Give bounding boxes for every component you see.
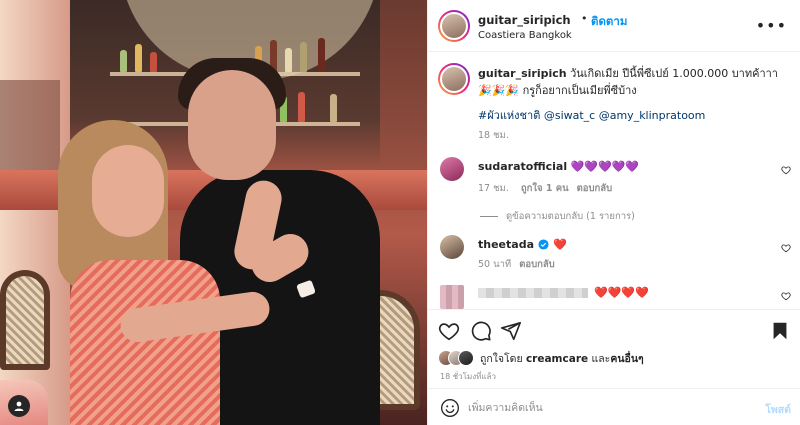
author-username[interactable]: guitar_siripich — [478, 13, 571, 27]
chair — [0, 270, 50, 370]
comment-like-icon[interactable] — [781, 243, 791, 253]
follow-button[interactable]: ติดตาม — [591, 13, 627, 31]
bottle — [318, 38, 325, 72]
author-avatar[interactable] — [438, 10, 470, 42]
view-replies-label: ดูข้อความตอบกลับ (1 รายการ) — [506, 211, 635, 222]
view-replies-button[interactable]: ดูข้อความตอบกลับ (1 รายการ) — [480, 209, 635, 224]
post-header: guitar_siripich • ติดตาม Coastiera Bangk… — [428, 0, 800, 52]
comment-body: theetada ❤️ — [478, 236, 567, 253]
post-details-pane: guitar_siripich • ติดตาม Coastiera Bangk… — [427, 0, 800, 425]
hashtag-link[interactable]: #ผัวแห่งชาติ — [478, 109, 540, 122]
caption: guitar_siripich วันเกิดเมีย ปีนี้พี่ซีเป… — [478, 65, 788, 124]
bottle — [300, 42, 307, 72]
woman-dress — [70, 260, 220, 425]
reply-button[interactable]: ตอบกลับ — [519, 259, 555, 270]
commenter-avatar[interactable] — [440, 157, 464, 181]
comment-username[interactable]: sudaratofficial — [478, 160, 567, 173]
more-icon[interactable]: ••• — [756, 16, 787, 35]
post-location[interactable]: Coastiera Bangkok — [478, 30, 572, 41]
comment-body: ❤️❤️❤️❤️ — [594, 284, 649, 301]
liker-name[interactable]: creamcare — [526, 353, 588, 365]
person-icon — [14, 401, 24, 411]
caption-text: วันเกิดเมีย ปีนี้พี่ซีเปย์ 1.000.000 บาท… — [570, 67, 778, 80]
liker-avatar — [458, 350, 474, 366]
bottle — [135, 44, 142, 72]
verified-icon — [538, 239, 549, 250]
comment-time: 17 ชม. — [478, 183, 509, 194]
separator-dot: • — [581, 12, 588, 25]
likes-middle: และ — [591, 352, 611, 365]
share-icon[interactable] — [500, 320, 522, 342]
post-photo[interactable] — [0, 0, 427, 425]
bottle — [330, 94, 337, 122]
likes-text: ถูกใจโดย creamcare และคนอื่นๆ — [480, 350, 644, 367]
likes-prefix: ถูกใจโดย — [480, 352, 523, 365]
post-timestamp: 18 ชั่วโมงที่แล้ว — [440, 372, 496, 381]
comment-meta: 17 ชม. ถูกใจ 1 คน ตอบกลับ — [478, 181, 612, 196]
post-comment-button[interactable]: โพสต์ — [765, 401, 791, 418]
comment-time: 50 นาที — [478, 259, 512, 270]
party-emoji: 🎉🎉🎉 — [478, 84, 520, 97]
add-comment-bar: โพสต์ — [428, 388, 800, 425]
ice-bucket — [0, 80, 60, 170]
comment-like-icon[interactable] — [781, 165, 791, 175]
user-tag-icon[interactable] — [8, 395, 30, 417]
likes-others[interactable]: คนอื่นๆ — [610, 353, 643, 365]
caption-text-2: กรูก็อยากเป็นเมียพี่ซีบ้าง — [522, 84, 637, 97]
comments-list[interactable]: guitar_siripich วันเกิดเมีย ปีนี้พี่ซีเป… — [428, 53, 800, 309]
commenter-avatar[interactable] — [440, 235, 464, 259]
bookmark-icon[interactable] — [769, 320, 791, 342]
comment-text: 💜💜💜💜💜 — [570, 160, 640, 173]
bottle — [150, 52, 157, 72]
bottle — [120, 50, 127, 72]
blurred-avatar[interactable] — [440, 285, 464, 309]
caption-avatar[interactable] — [438, 63, 470, 95]
comment-text: ❤️❤️❤️❤️ — [594, 286, 649, 299]
bottle — [298, 92, 305, 122]
comment-likes[interactable]: ถูกใจ 1 คน — [521, 183, 569, 194]
replies-line — [480, 216, 498, 217]
comment-like-icon[interactable] — [781, 291, 791, 301]
woman-face — [92, 145, 164, 237]
comment-meta: 50 นาที ตอบกลับ — [478, 257, 555, 272]
comment-body: sudaratofficial 💜💜💜💜💜 — [478, 158, 639, 175]
comment-icon[interactable] — [470, 320, 492, 342]
action-bar — [428, 309, 800, 349]
man-face — [188, 70, 276, 180]
likes-summary[interactable]: ถูกใจโดย creamcare และคนอื่นๆ — [438, 349, 644, 367]
comment-text: ❤️ — [553, 238, 567, 251]
comment-username[interactable]: theetada — [478, 236, 534, 253]
caption-tags: #ผัวแห่งชาติ @siwat_c @amy_klinpratoom — [478, 107, 788, 124]
caption-username[interactable]: guitar_siripich — [478, 67, 567, 80]
emoji-icon[interactable] — [440, 398, 460, 418]
caption-line-2: 🎉🎉🎉 กรูก็อยากเป็นเมียพี่ซีบ้าง — [478, 82, 788, 99]
mention-links[interactable]: @siwat_c @amy_klinpratoom — [544, 109, 706, 122]
bottle — [285, 48, 292, 72]
caption-line-1: guitar_siripich วันเกิดเมีย ปีนี้พี่ซีเป… — [478, 65, 788, 82]
heart-icon[interactable] — [438, 320, 460, 342]
reply-button[interactable]: ตอบกลับ — [577, 183, 613, 194]
blurred-username — [478, 288, 588, 298]
caption-time: 18 ชม. — [478, 130, 509, 141]
comment-input[interactable] — [468, 398, 738, 418]
